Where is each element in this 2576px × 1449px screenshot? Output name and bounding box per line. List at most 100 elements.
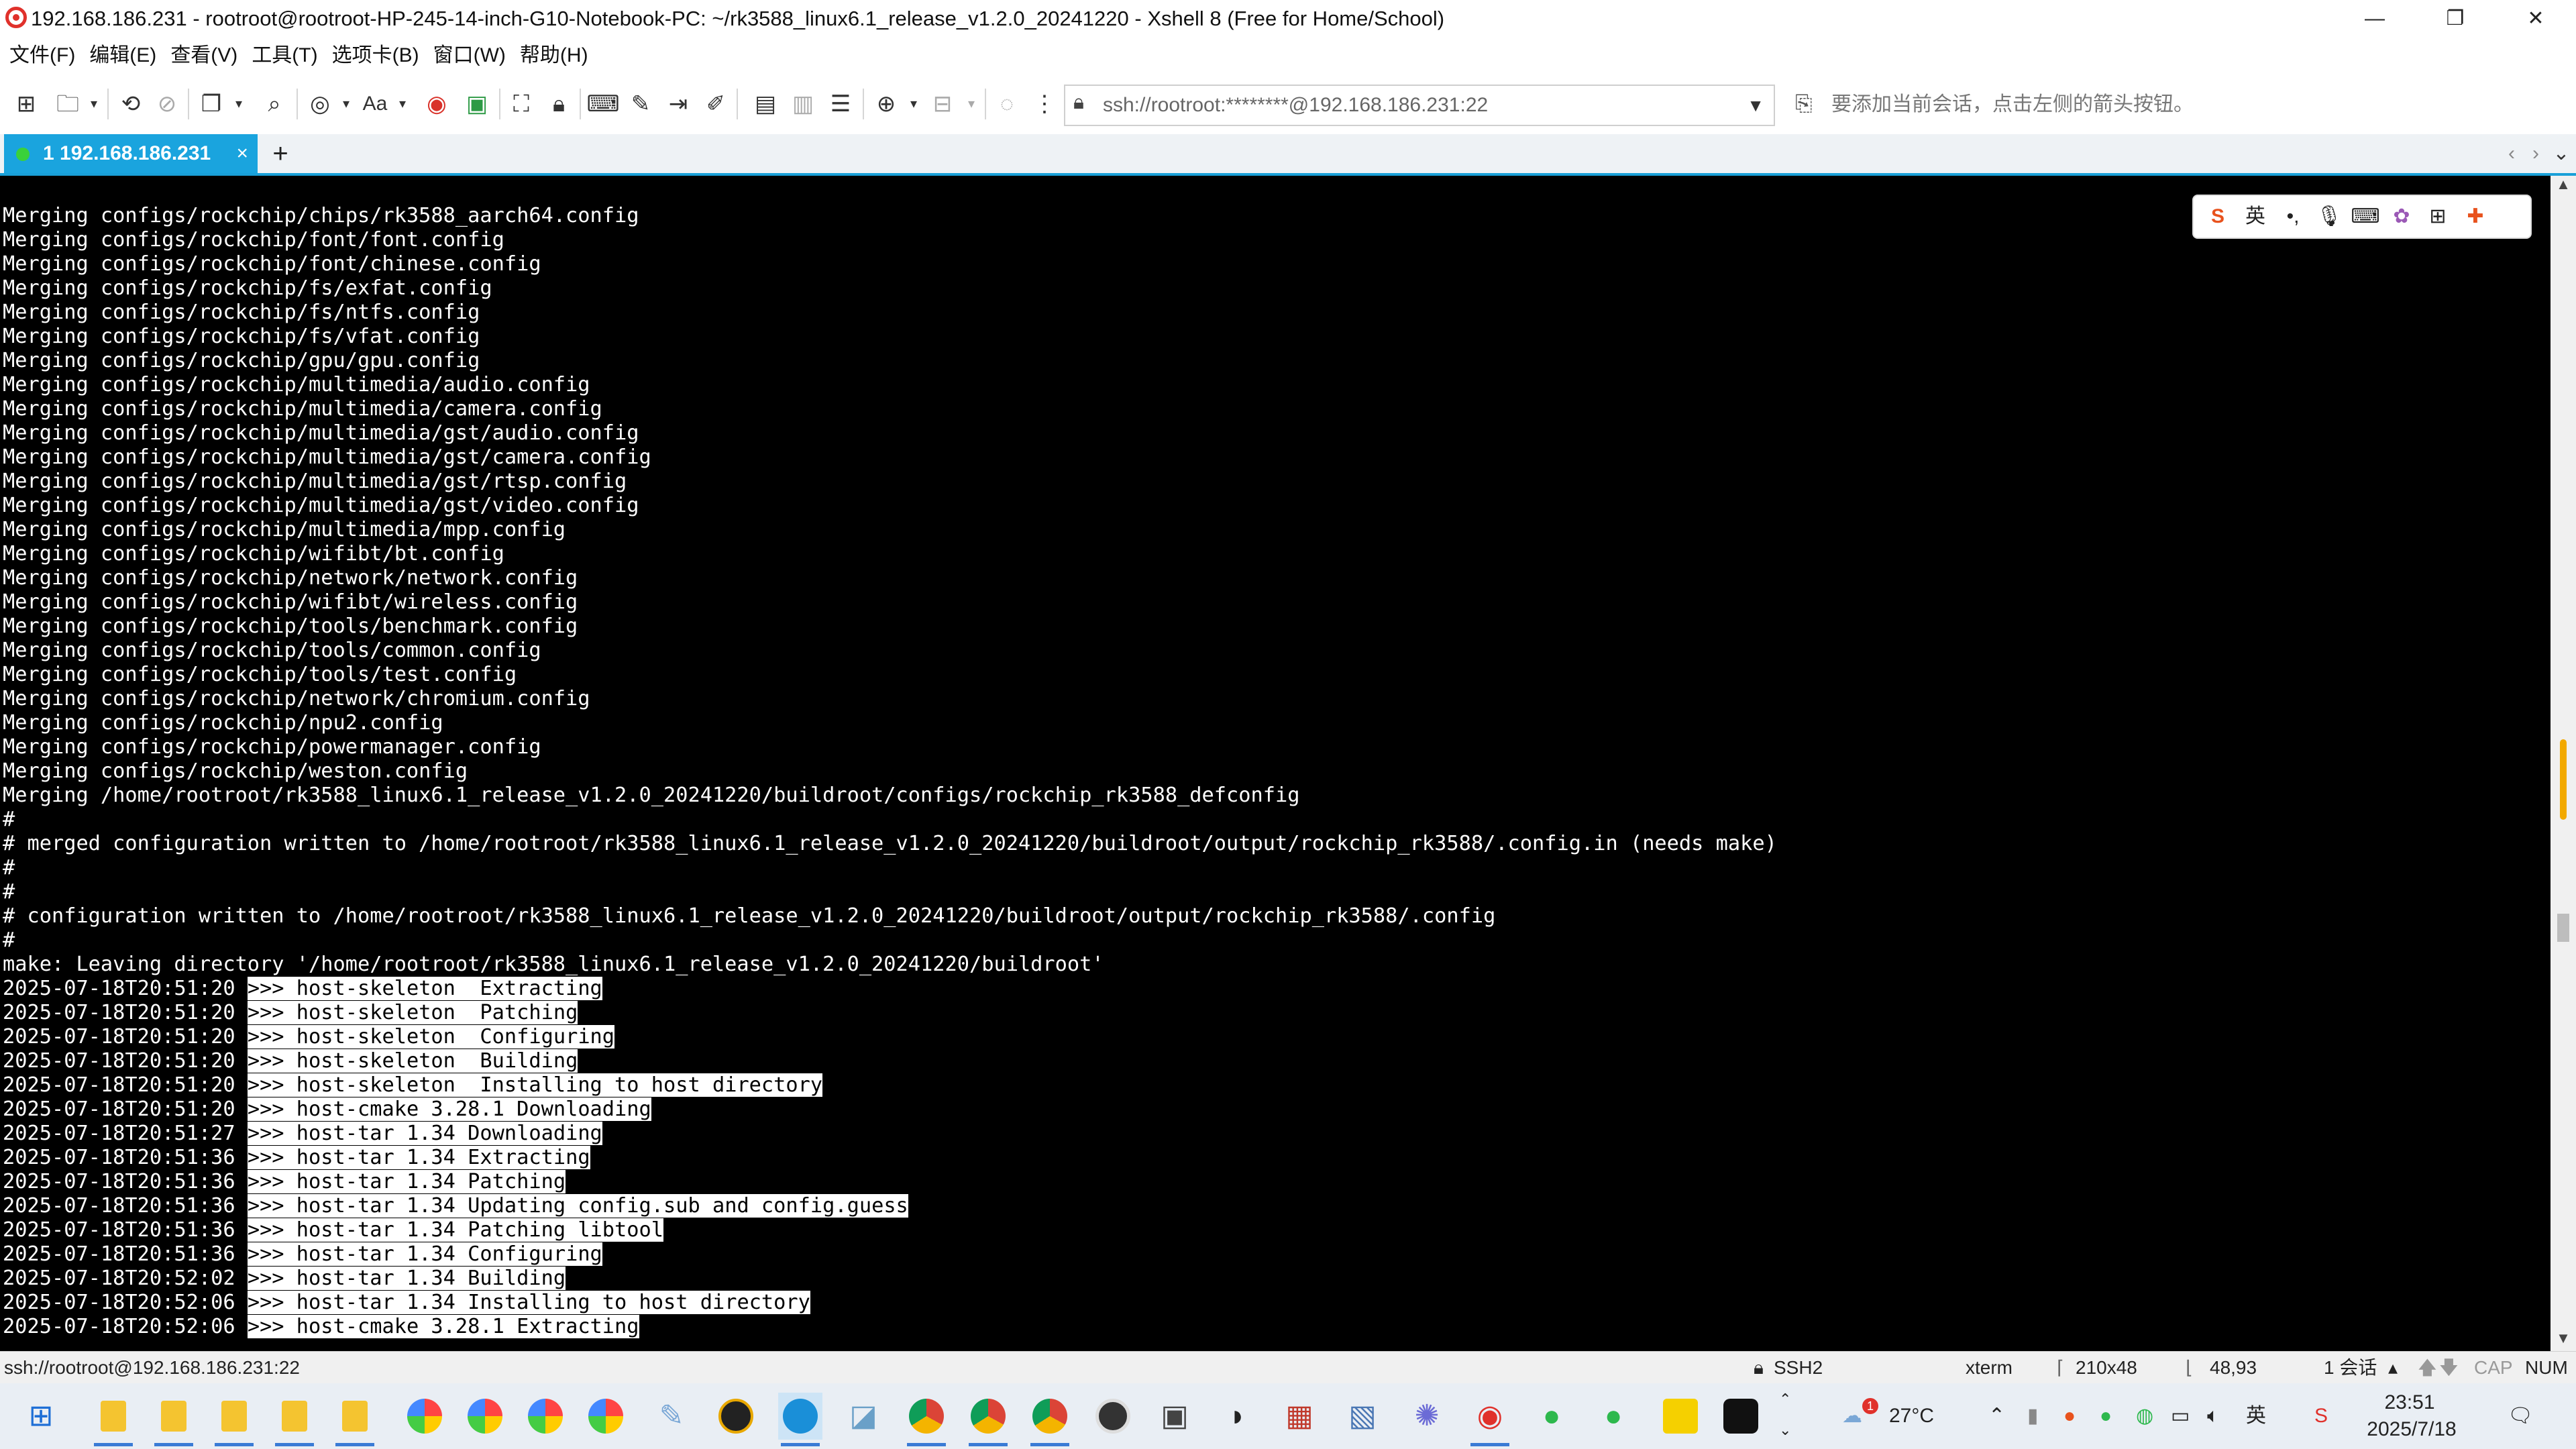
xshell-taskbar-icon[interactable]: ◉: [1468, 1393, 1512, 1446]
tab-list-icon[interactable]: ⌄: [2549, 134, 2573, 173]
disconnect-icon[interactable]: ⊘: [150, 87, 184, 121]
copy-icon[interactable]: ❐: [195, 87, 228, 121]
menu-edit[interactable]: 编辑(E): [80, 38, 161, 74]
address-dropdown-icon[interactable]: ▼: [1747, 86, 1764, 125]
active-app-icon[interactable]: [778, 1393, 822, 1446]
compose-icon[interactable]: ✐: [699, 87, 733, 121]
file-explorer-icon[interactable]: [272, 1393, 317, 1446]
vertical-scrollbar[interactable]: ▲ ▼: [2551, 176, 2576, 1351]
browser-icon[interactable]: [584, 1393, 628, 1440]
browser-icon[interactable]: [523, 1393, 568, 1440]
restore-button[interactable]: ❐: [2415, 0, 2496, 38]
new-tab-group-icon[interactable]: ⊕: [869, 87, 903, 121]
app-icon[interactable]: ▧: [1340, 1393, 1385, 1440]
notification-center-icon[interactable]: 🗨︎: [2508, 1383, 2533, 1449]
scroll-up-icon[interactable]: ▲: [2551, 176, 2576, 193]
tray-app-icon[interactable]: ◍: [2136, 1383, 2153, 1449]
sogou-tray-icon[interactable]: S: [2314, 1383, 2328, 1449]
globe-dropdown-icon[interactable]: ▾: [338, 87, 354, 121]
layout-dropdown-icon[interactable]: ▾: [963, 87, 979, 121]
wechat-icon[interactable]: ●: [1529, 1393, 1574, 1440]
tool-app-icon[interactable]: ✎: [649, 1393, 694, 1440]
sogou-logo-icon[interactable]: S: [2199, 196, 2237, 237]
layout-icon[interactable]: ⊟: [926, 87, 959, 121]
tray-expand-down-icon[interactable]: ⌄: [1779, 1414, 1791, 1446]
app-icon[interactable]: [1091, 1393, 1135, 1440]
file-explorer-icon[interactable]: [152, 1393, 196, 1446]
audio-app-icon[interactable]: ◗: [1216, 1393, 1260, 1440]
app-icon[interactable]: ▣: [1152, 1393, 1197, 1440]
menu-file[interactable]: 文件(F): [0, 38, 80, 74]
keyboard-icon[interactable]: ⌨: [586, 87, 620, 121]
tab-session-1[interactable]: 1 192.168.186.231 ×: [4, 134, 258, 173]
menu-window[interactable]: 窗口(W): [424, 38, 511, 74]
font-dropdown-icon[interactable]: ▾: [394, 87, 411, 121]
copy-dropdown-icon[interactable]: ▾: [231, 87, 247, 121]
find-icon[interactable]: ⌕: [258, 87, 291, 121]
log-stop-icon[interactable]: ▥: [786, 87, 820, 121]
clock-time[interactable]: 23:51: [2369, 1391, 2450, 1414]
chat-icon[interactable]: ◌: [990, 87, 1024, 121]
address-bar[interactable]: 🔒︎ ssh://rootroot:********@192.168.186.2…: [1064, 85, 1775, 126]
more-options-icon[interactable]: ⋮: [1028, 87, 1061, 121]
close-tab-icon[interactable]: ×: [236, 134, 248, 173]
chrome-icon[interactable]: [904, 1393, 949, 1446]
fullscreen-icon[interactable]: ⛶: [504, 87, 538, 121]
tab-scroll-left-icon[interactable]: ‹: [2500, 134, 2524, 173]
address-input[interactable]: ssh://rootroot:********@192.168.186.231:…: [1103, 86, 1488, 125]
toolbox-icon[interactable]: ⊞: [2419, 196, 2457, 237]
tab-group-dropdown-icon[interactable]: ▾: [906, 87, 922, 121]
menu-tools[interactable]: 工具(T): [242, 38, 322, 74]
file-explorer-icon[interactable]: [333, 1393, 377, 1446]
app-icon[interactable]: ◪: [841, 1393, 885, 1440]
lock-icon[interactable]: 🔒︎: [542, 87, 576, 121]
tray-expand-up-icon[interactable]: ⌃: [1779, 1383, 1791, 1415]
status-sessions[interactable]: 1 会话: [2324, 1352, 2377, 1384]
ime-indicator[interactable]: 英: [2246, 1383, 2266, 1449]
app-icon[interactable]: ✺: [1405, 1393, 1449, 1440]
file-explorer-icon[interactable]: [212, 1393, 256, 1446]
weather-temperature[interactable]: 27°C: [1889, 1383, 1934, 1449]
xftp-icon[interactable]: ▣: [460, 87, 494, 121]
keyboard-icon[interactable]: ⌨: [2347, 196, 2384, 237]
tab-scroll-right-icon[interactable]: ›: [2524, 134, 2548, 173]
ime-extra-icon[interactable]: ✚: [2457, 196, 2494, 237]
open-folder-icon[interactable]: 🗀: [51, 87, 85, 121]
script-icon[interactable]: ✎: [624, 87, 657, 121]
terminal-view[interactable]: Merging configs/rockchip/chips/rk3588_aa…: [0, 176, 2551, 1351]
volume-icon[interactable]: 🔈︎: [2207, 1383, 2219, 1449]
capcut-icon[interactable]: [1719, 1393, 1763, 1440]
network-icon[interactable]: ▭: [2171, 1383, 2190, 1449]
menu-help[interactable]: 帮助(H): [511, 38, 593, 74]
ime-language-toggle[interactable]: 英: [2237, 196, 2274, 237]
globe-icon[interactable]: ◎: [303, 87, 337, 121]
new-session-icon[interactable]: ⊞: [9, 87, 43, 121]
app-icon[interactable]: [1658, 1393, 1703, 1440]
browser-icon[interactable]: [463, 1393, 507, 1440]
xshell-logo-icon[interactable]: ◉: [420, 87, 453, 121]
close-window-button[interactable]: ✕: [2496, 0, 2576, 38]
scroll-down-icon[interactable]: ▼: [2551, 1330, 2576, 1347]
weather-icon[interactable]: ☁: [1842, 1383, 1862, 1449]
sessions-up-icon[interactable]: ▴: [2388, 1352, 2398, 1384]
minimize-button[interactable]: —: [2334, 0, 2415, 38]
ultraedit-icon[interactable]: [714, 1393, 758, 1440]
tray-app-icon[interactable]: ▮: [2027, 1383, 2039, 1449]
windows-start-icon[interactable]: ⊞: [19, 1393, 63, 1440]
tray-app-icon[interactable]: ●: [2063, 1383, 2076, 1449]
clock-date[interactable]: 2025/7/18: [2361, 1418, 2462, 1441]
font-icon[interactable]: Aa: [358, 87, 392, 121]
transfer-icon[interactable]: ⇥: [661, 87, 695, 121]
browser-icon[interactable]: [402, 1393, 447, 1440]
show-hidden-icons-icon[interactable]: ⌃: [1988, 1383, 2005, 1449]
add-tab-button[interactable]: +: [267, 134, 294, 173]
note-icon[interactable]: ☰: [824, 87, 857, 121]
chrome-icon[interactable]: [966, 1393, 1010, 1446]
wechat-icon[interactable]: ●: [1591, 1393, 1635, 1440]
scroll-thumb[interactable]: [2557, 914, 2569, 942]
app-icon[interactable]: ▦: [1277, 1393, 1322, 1440]
reconnect-icon[interactable]: ⟲: [114, 87, 148, 121]
microphone-icon[interactable]: 🎙︎: [2310, 196, 2348, 237]
menu-tabs[interactable]: 选项卡(B): [323, 38, 424, 74]
file-explorer-icon[interactable]: [91, 1393, 136, 1446]
